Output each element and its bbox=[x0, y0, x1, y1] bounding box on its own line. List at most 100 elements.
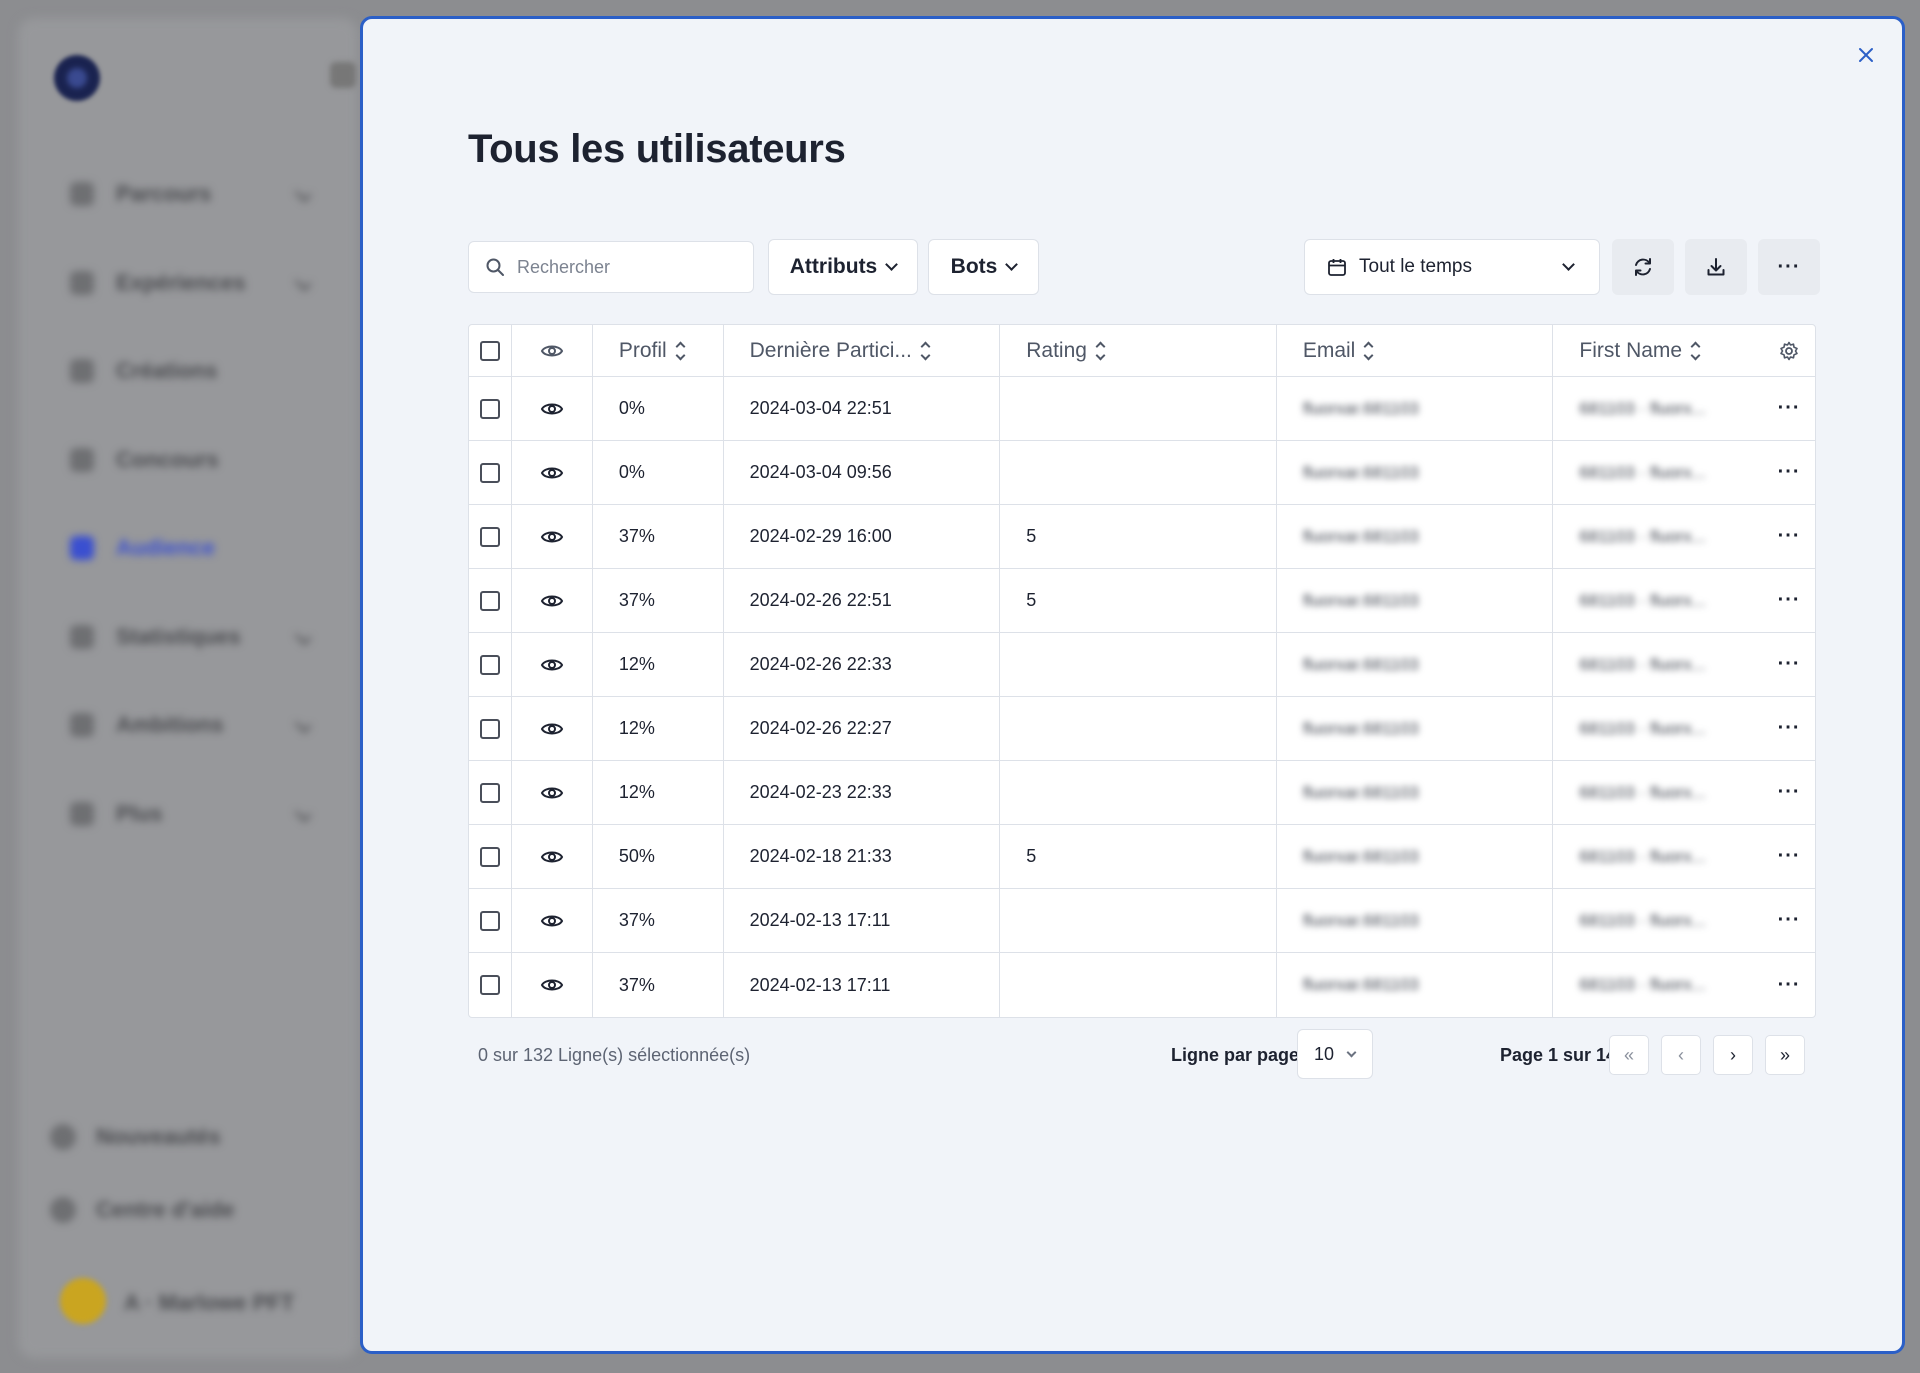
view-user-button[interactable] bbox=[512, 697, 593, 760]
news-icon bbox=[50, 1124, 76, 1150]
table-row[interactable]: 12% 2024-02-23 22:33 fluorxar.681103 681103… bbox=[469, 761, 1815, 825]
search-input[interactable] bbox=[517, 256, 737, 278]
table-row[interactable]: 12% 2024-02-26 22:33 fluorxar.681103 681103… bbox=[469, 633, 1815, 697]
column-header-first-name[interactable]: First Name bbox=[1553, 325, 1763, 376]
chevron-down-icon bbox=[1005, 258, 1019, 271]
profile-cell: 37% bbox=[593, 953, 724, 1017]
row-checkbox[interactable] bbox=[479, 590, 500, 611]
chevron-down-icon bbox=[294, 274, 312, 292]
row-checkbox[interactable] bbox=[479, 782, 500, 803]
row-checkbox-cell bbox=[469, 569, 512, 632]
column-settings-button[interactable] bbox=[1763, 325, 1815, 376]
eye-icon bbox=[540, 723, 563, 734]
row-actions-button[interactable]: ··· bbox=[1763, 505, 1815, 568]
row-actions-button[interactable]: ··· bbox=[1763, 825, 1815, 888]
row-actions-button[interactable]: ··· bbox=[1763, 697, 1815, 760]
close-button[interactable] bbox=[1850, 39, 1882, 71]
view-user-button[interactable] bbox=[512, 505, 593, 568]
nav-item-icon bbox=[70, 801, 94, 826]
search-box[interactable] bbox=[468, 241, 754, 293]
view-user-button[interactable] bbox=[512, 569, 593, 632]
eye-icon bbox=[540, 467, 563, 478]
row-actions-button[interactable]: ··· bbox=[1763, 441, 1815, 504]
view-user-button[interactable] bbox=[512, 953, 593, 1017]
column-header-profile[interactable]: Profil bbox=[593, 325, 724, 376]
column-label: Profil bbox=[618, 338, 667, 362]
row-checkbox[interactable] bbox=[479, 654, 500, 675]
email-cell: fluorxar.681103 bbox=[1277, 761, 1554, 824]
row-actions-button[interactable]: ··· bbox=[1763, 953, 1815, 1017]
row-checkbox-cell bbox=[469, 825, 512, 888]
table-footer: 0 sur 132 Ligne(s) sélectionnée(s) Ligne… bbox=[468, 1029, 1816, 1081]
rating-cell: 5 bbox=[1000, 569, 1277, 632]
download-button[interactable] bbox=[1685, 239, 1747, 295]
row-checkbox[interactable] bbox=[479, 846, 500, 867]
view-user-button[interactable] bbox=[512, 441, 593, 504]
select-all-checkbox[interactable] bbox=[479, 340, 500, 361]
view-user-button[interactable] bbox=[512, 377, 593, 440]
last-participation-cell: 2024-02-26 22:33 bbox=[724, 633, 1001, 696]
next-page-button[interactable]: › bbox=[1713, 1035, 1753, 1075]
row-actions-button[interactable]: ··· bbox=[1763, 569, 1815, 632]
table-row[interactable]: 0% 2024-03-04 09:56 fluorxar.681103 681103 … bbox=[469, 441, 1815, 505]
table-row[interactable]: 0% 2024-03-04 22:51 fluorxar.681103 681103 … bbox=[469, 377, 1815, 441]
table-toolbar: Attributs Bots Tout le temps ··· bbox=[468, 239, 1820, 297]
rows-per-page-select[interactable]: 10 bbox=[1297, 1029, 1373, 1079]
view-user-button[interactable] bbox=[512, 761, 593, 824]
bots-dropdown[interactable]: Bots bbox=[928, 239, 1039, 295]
last-page-button[interactable]: » bbox=[1765, 1035, 1805, 1075]
first-name-value: 681103 · fluorx... bbox=[1579, 846, 1706, 866]
row-checkbox[interactable] bbox=[479, 718, 500, 739]
view-user-button[interactable] bbox=[512, 825, 593, 888]
row-actions-button[interactable]: ··· bbox=[1763, 377, 1815, 440]
table-row[interactable]: 37% 2024-02-13 17:11 fluorxar.681103 681103… bbox=[469, 889, 1815, 953]
nav-item-icon bbox=[70, 536, 94, 561]
email-value: fluorxar.681103 bbox=[1302, 975, 1419, 994]
more-options-button[interactable]: ··· bbox=[1758, 239, 1820, 295]
row-checkbox[interactable] bbox=[479, 398, 500, 419]
table-row[interactable]: 37% 2024-02-13 17:11 fluorxar.681103 681103… bbox=[469, 953, 1815, 1017]
help-icon bbox=[50, 1197, 76, 1223]
first-name-cell: 681103 · fluorx... bbox=[1553, 761, 1763, 824]
column-header-last-participation[interactable]: Dernière Partici... bbox=[724, 325, 1001, 376]
rating-cell bbox=[1000, 761, 1277, 824]
table-row[interactable]: 50% 2024-02-18 21:33 5 fluorxar.681103 68110… bbox=[469, 825, 1815, 889]
previous-page-button[interactable]: ‹ bbox=[1661, 1035, 1701, 1075]
row-checkbox[interactable] bbox=[479, 462, 500, 483]
column-label: Email bbox=[1302, 338, 1356, 362]
profile-cell: 50% bbox=[593, 825, 724, 888]
sidebar-item: Expériences bbox=[70, 239, 340, 328]
row-checkbox[interactable] bbox=[479, 526, 500, 547]
first-page-button[interactable]: « bbox=[1609, 1035, 1649, 1075]
attributes-dropdown[interactable]: Attributs bbox=[768, 239, 918, 295]
row-checkbox[interactable] bbox=[479, 910, 500, 931]
table-row[interactable]: 37% 2024-02-29 16:00 5 fluorxar.681103 68110… bbox=[469, 505, 1815, 569]
sidebar-item-label: Statistiques bbox=[116, 623, 241, 649]
date-range-select[interactable]: Tout le temps bbox=[1304, 239, 1600, 295]
table-row[interactable]: 37% 2024-02-26 22:51 5 fluorxar.681103 68110… bbox=[469, 569, 1815, 633]
background-footer-label: Nouveautés bbox=[96, 1124, 221, 1149]
chevron-down-icon bbox=[294, 716, 312, 734]
nav-item-icon bbox=[70, 447, 94, 472]
sidebar-item: Audience bbox=[70, 504, 340, 593]
more-horizontal-icon: ··· bbox=[1777, 397, 1801, 419]
view-user-button[interactable] bbox=[512, 889, 593, 952]
sidebar-item-label: Ambitions bbox=[116, 712, 224, 738]
sidebar-item-label: Concours bbox=[116, 446, 219, 472]
row-actions-button[interactable]: ··· bbox=[1763, 633, 1815, 696]
first-name-cell: 681103 · fluorx... bbox=[1553, 569, 1763, 632]
chevron-right-icon: › bbox=[1730, 1044, 1736, 1065]
row-actions-button[interactable]: ··· bbox=[1763, 761, 1815, 824]
email-cell: fluorxar.681103 bbox=[1277, 441, 1554, 504]
column-header-rating[interactable]: Rating bbox=[1000, 325, 1277, 376]
row-checkbox[interactable] bbox=[479, 975, 500, 995]
column-header-email[interactable]: Email bbox=[1277, 325, 1554, 376]
table-row[interactable]: 12% 2024-02-26 22:27 fluorxar.681103 681103… bbox=[469, 697, 1815, 761]
sort-icon bbox=[1095, 341, 1106, 360]
view-user-button[interactable] bbox=[512, 633, 593, 696]
row-actions-button[interactable]: ··· bbox=[1763, 889, 1815, 952]
app-logo-mark bbox=[67, 68, 87, 88]
download-icon bbox=[1707, 258, 1725, 276]
more-horizontal-icon: ··· bbox=[1777, 909, 1801, 931]
refresh-button[interactable] bbox=[1612, 239, 1674, 295]
